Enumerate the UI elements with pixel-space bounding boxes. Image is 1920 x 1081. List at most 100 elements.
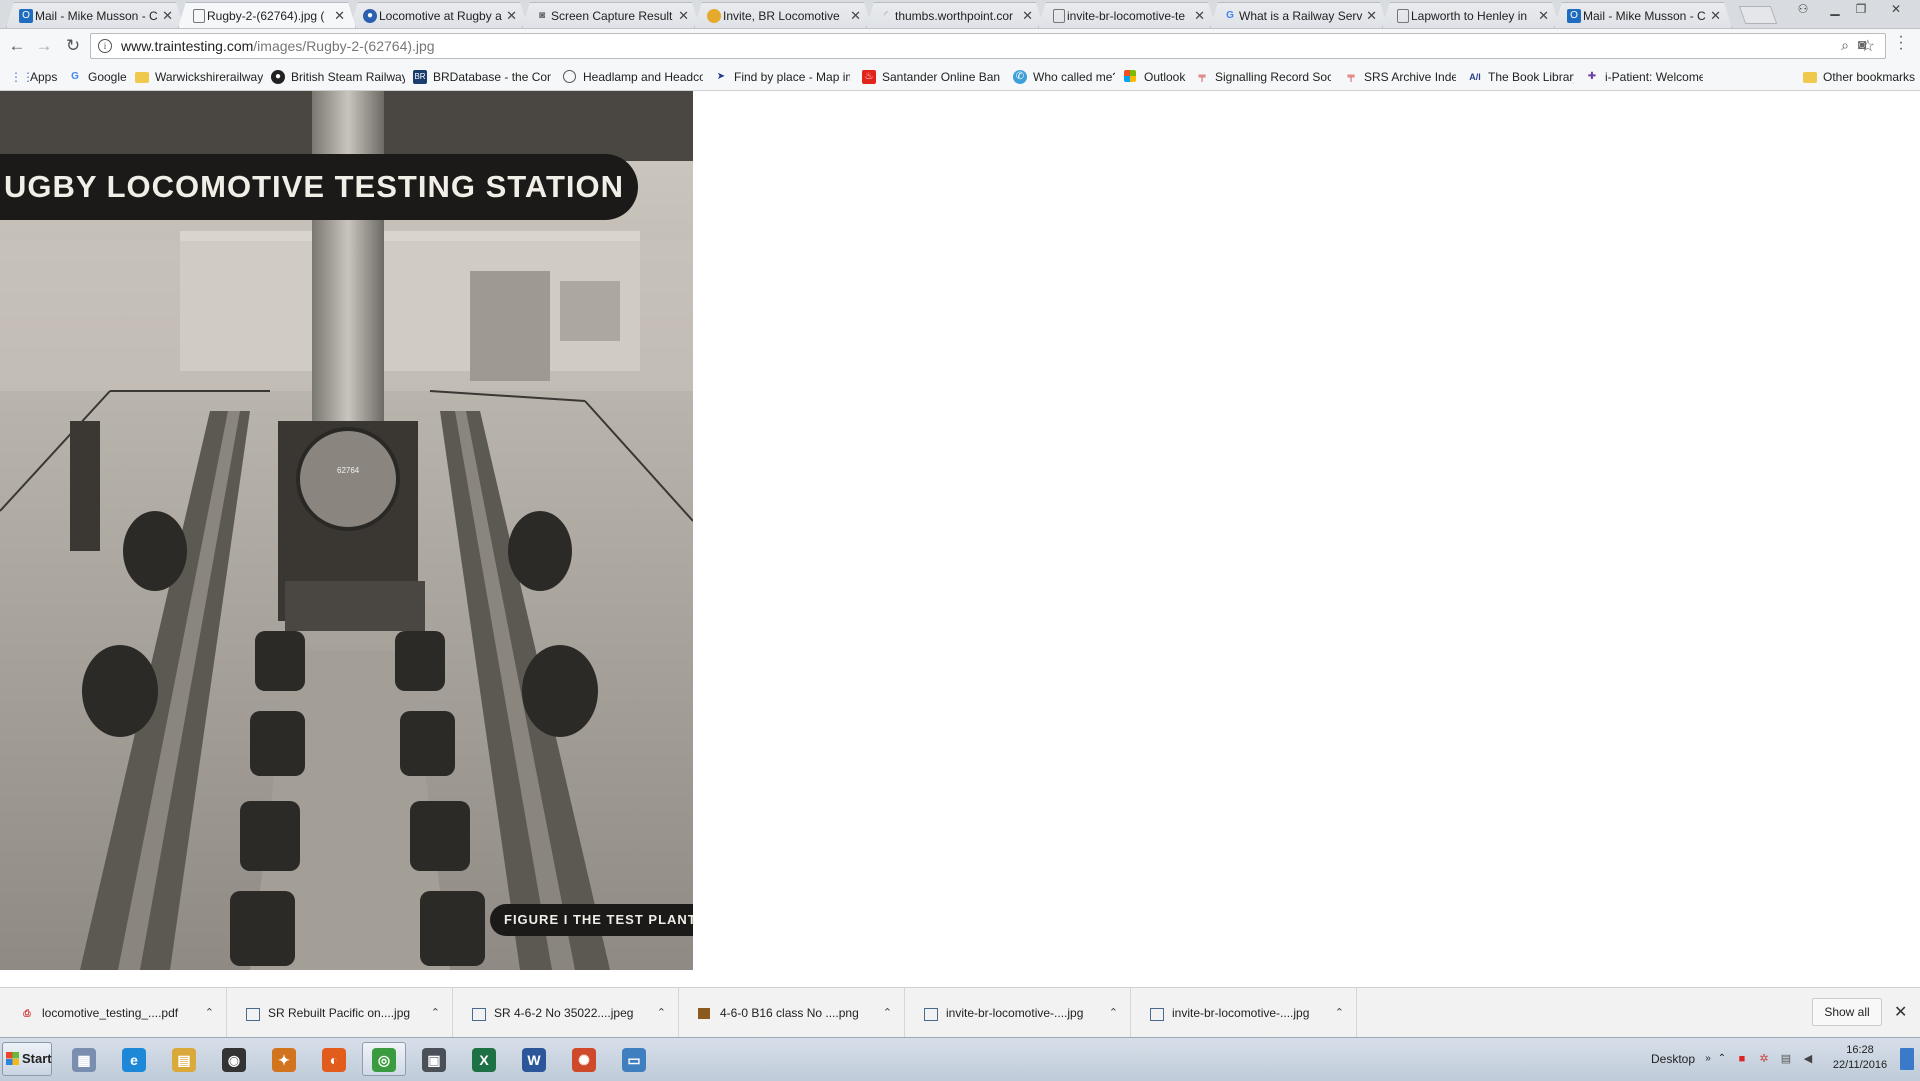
forward-button[interactable]: → xyxy=(33,35,55,57)
internet-explorer-icon[interactable]: e xyxy=(112,1042,156,1076)
close-icon[interactable]: ✕ xyxy=(1538,3,1549,28)
eye-viewer-icon[interactable]: ◉ xyxy=(212,1042,256,1076)
new-tab-button[interactable] xyxy=(1738,6,1778,24)
tab-mail-2[interactable]: O Mail - Mike Musson - C ✕ xyxy=(1554,2,1732,28)
bookmark-british-steam[interactable]: ● British Steam Railways xyxy=(271,64,405,90)
chrome-icon[interactable]: ◎ xyxy=(362,1042,406,1076)
tab-label: thumbs.worthpoint.cor xyxy=(895,9,1014,23)
book-icon: A/l xyxy=(1469,72,1481,82)
action-center-icon[interactable] xyxy=(1900,1048,1914,1070)
tab-rugby-image[interactable]: Rugby-2-(62764).jpg ( ✕ xyxy=(178,2,356,28)
close-icon[interactable]: ✕ xyxy=(1710,3,1721,28)
tab-label: What is a Railway Serv xyxy=(1239,9,1363,23)
word-icon[interactable]: W xyxy=(512,1042,556,1076)
bookmark-apps[interactable]: ⋮⋮ Apps xyxy=(10,64,60,90)
close-icon[interactable]: ✕ xyxy=(1366,3,1377,28)
close-icon[interactable]: ✕ xyxy=(678,3,689,28)
tab-locomotive-rugby[interactable]: ● Locomotive at Rugby a ✕ xyxy=(350,2,528,28)
loading-icon: ◜ xyxy=(884,10,888,21)
user-icon[interactable]: ⚇ xyxy=(1790,0,1816,18)
url-text[interactable]: www.traintesting.com/images/Rugby-2-(627… xyxy=(121,34,435,58)
tab-worthpoint[interactable]: ◜ thumbs.worthpoint.cor ✕ xyxy=(866,2,1044,28)
tab-invite-br-2[interactable]: invite-br-locomotive-te ✕ xyxy=(1038,2,1216,28)
bookmark-signalling-record[interactable]: ╤ Signalling Record Societ xyxy=(1195,64,1331,90)
apps-grid-icon: ⋮⋮ xyxy=(10,70,34,84)
bookmark-book-library[interactable]: A/l The Book Library xyxy=(1468,64,1574,90)
chevron-up-icon[interactable]: ⌃ xyxy=(657,988,666,1038)
bookmark-find-by-place[interactable]: ➤ Find by place - Map ima xyxy=(714,64,850,90)
system-clock[interactable]: 16:28 22/11/2016 xyxy=(1832,1043,1888,1073)
volume-icon[interactable]: ◀ xyxy=(1800,1051,1816,1067)
chevron-up-icon[interactable]: ⌃ xyxy=(205,988,214,1038)
close-downloads-icon[interactable]: ✕ xyxy=(1894,988,1907,1038)
close-icon[interactable]: ✕ xyxy=(506,3,517,28)
menu-icon[interactable]: · · · xyxy=(1896,29,1906,57)
bookmark-headlamp[interactable]: Headlamp and Headcod xyxy=(563,64,703,90)
start-button[interactable]: Start xyxy=(2,1042,52,1076)
tray-device-icon[interactable]: ▤ xyxy=(1778,1051,1794,1067)
paint-shop-icon[interactable]: ✦ xyxy=(262,1042,306,1076)
bookmark-other[interactable]: Other bookmarks xyxy=(1803,64,1915,90)
camera-extension-icon[interactable]: ◙ xyxy=(1858,36,1866,52)
tab-invite-br[interactable]: Invite, BR Locomotive ✕ xyxy=(694,2,872,28)
excel-icon[interactable]: X xyxy=(462,1042,506,1076)
download-item[interactable]: ⎙ locomotive_testing_....pdf ⌃ xyxy=(12,988,227,1038)
file-explorer-icon[interactable]: ▤ xyxy=(162,1042,206,1076)
media-player-icon[interactable]: ✺ xyxy=(562,1042,606,1076)
bookmark-who-called[interactable]: ✆ Who called me? xyxy=(1013,64,1115,90)
bookmark-warwickshire[interactable]: Warwickshirerailways xyxy=(135,64,263,90)
info-icon[interactable]: i xyxy=(98,39,112,53)
loco-icon: ● xyxy=(363,9,377,23)
window-close-icon[interactable]: ✕ xyxy=(1876,0,1916,18)
chevron-up-icon[interactable]: ⌃ xyxy=(883,988,892,1038)
photo-viewer-icon[interactable]: ▭ xyxy=(612,1042,656,1076)
download-item[interactable]: invite-br-locomotive-....jpg ⌃ xyxy=(916,988,1131,1038)
bookmark-santander[interactable]: ♨ Santander Online Bankir xyxy=(862,64,1000,90)
zoom-icon[interactable]: ⌕ xyxy=(1841,37,1849,54)
reload-button[interactable]: ↻ xyxy=(62,35,84,57)
close-icon[interactable]: ✕ xyxy=(1022,3,1033,28)
tab-lapworth[interactable]: Lapworth to Henley in ✕ xyxy=(1382,2,1560,28)
address-bar[interactable]: i www.traintesting.com/images/Rugby-2-(6… xyxy=(90,33,1886,59)
bookmark-label: i-Patient: Welcome xyxy=(1605,70,1703,84)
download-item[interactable]: SR Rebuilt Pacific on....jpg ⌃ xyxy=(238,988,453,1038)
tray-app-icon[interactable]: ■ xyxy=(1734,1051,1750,1067)
bookmark-outlook[interactable]: Outlook xyxy=(1124,64,1186,90)
download-item[interactable]: 4-6-0 B16 class No ....png ⌃ xyxy=(690,988,905,1038)
bookmark-label: Outlook xyxy=(1144,70,1186,84)
tab-railway-service[interactable]: G What is a Railway Serv ✕ xyxy=(1210,2,1388,28)
close-icon[interactable]: ✕ xyxy=(1194,3,1205,28)
close-icon[interactable]: ✕ xyxy=(162,3,173,28)
tab-screen-capture[interactable]: ◙ Screen Capture Result ✕ xyxy=(522,2,700,28)
download-item[interactable]: SR 4-6-2 No 35022....jpeg ⌃ xyxy=(464,988,679,1038)
firefox-icon[interactable]: ◐ xyxy=(312,1042,356,1076)
close-icon[interactable]: ✕ xyxy=(850,3,861,28)
tab-label: Rugby-2-(62764).jpg ( xyxy=(207,9,325,23)
excel-icon-glyph: X xyxy=(472,1048,496,1072)
back-button[interactable]: ← xyxy=(6,35,28,57)
tab-mail-1[interactable]: O Mail - Mike Musson - C ✕ xyxy=(6,2,184,28)
close-icon[interactable]: ✕ xyxy=(334,3,345,28)
chevron-up-icon[interactable]: ⌃ xyxy=(1109,988,1118,1038)
outlook-icon: O xyxy=(19,9,33,23)
download-label: invite-br-locomotive-....jpg xyxy=(1172,1006,1310,1020)
security-lock-icon-glyph: ▣ xyxy=(422,1048,446,1072)
tray-expand-icon[interactable]: ⌃ xyxy=(1714,1051,1730,1067)
download-item[interactable]: invite-br-locomotive-....jpg ⌃ xyxy=(1142,988,1357,1038)
minimize-icon[interactable]: ▁ xyxy=(1822,0,1848,18)
google-icon: G xyxy=(1226,10,1234,21)
chevron-up-icon[interactable]: ⌃ xyxy=(431,988,440,1038)
chevron-up-icon[interactable]: ⌃ xyxy=(1335,988,1344,1038)
tray-network-icon[interactable]: ✲ xyxy=(1756,1051,1772,1067)
bookmark-label: Signalling Record Societ xyxy=(1215,70,1331,84)
restore-icon[interactable]: ❐ xyxy=(1848,0,1874,18)
show-all-button[interactable]: Show all xyxy=(1812,998,1882,1026)
bookmark-google[interactable]: G Google xyxy=(68,64,128,90)
calculator-icon[interactable]: ▦ xyxy=(62,1042,106,1076)
bookmark-label: Warwickshirerailways xyxy=(155,70,263,84)
security-lock-icon[interactable]: ▣ xyxy=(412,1042,456,1076)
bookmark-srs-archive[interactable]: ╤ SRS Archive Index xyxy=(1344,64,1456,90)
bookmark-brdatabase[interactable]: BR BRDatabase - the Comp xyxy=(413,64,551,90)
desktop-toolbar-label[interactable]: Desktop xyxy=(1651,1038,1695,1081)
bookmark-ipatient[interactable]: ✚ i-Patient: Welcome xyxy=(1585,64,1703,90)
